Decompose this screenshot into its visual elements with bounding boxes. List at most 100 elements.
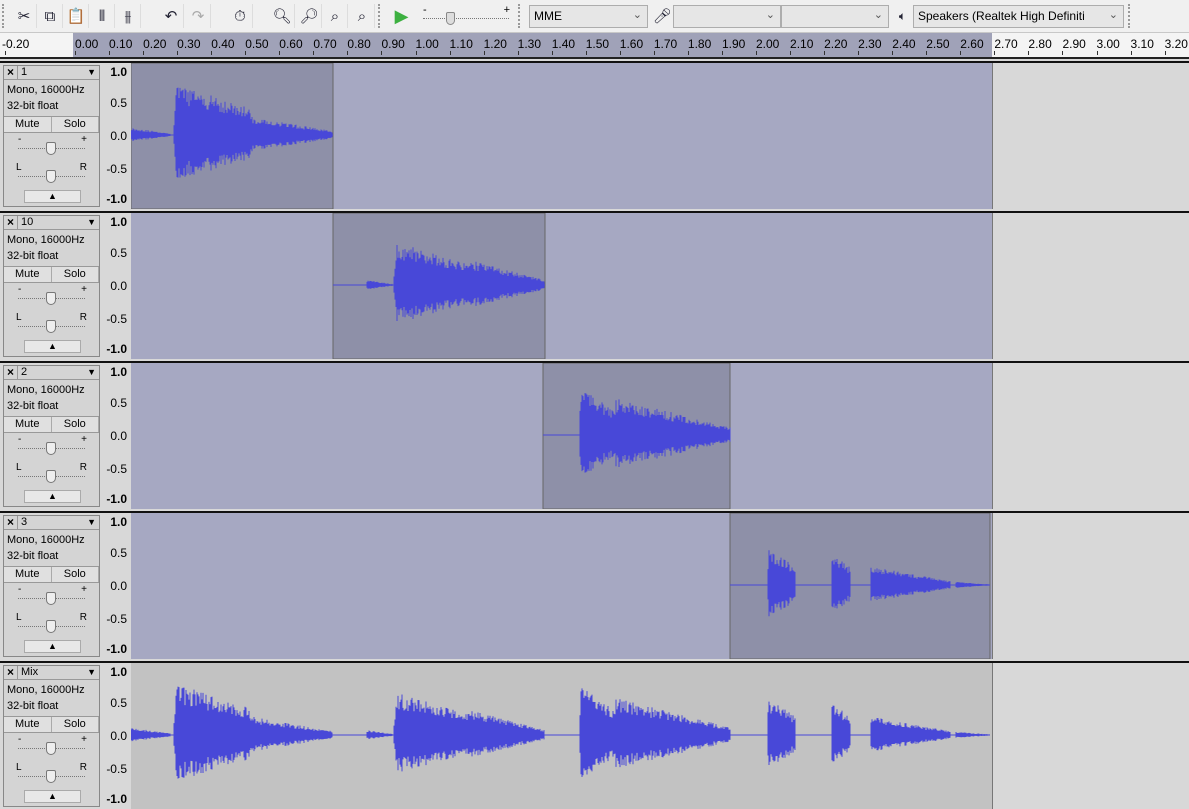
pan-left-label: L bbox=[16, 612, 22, 623]
track-bit-depth: 32-bit float bbox=[7, 550, 59, 562]
play-icon[interactable]: ▶ bbox=[389, 4, 414, 28]
toolbar-grip[interactable] bbox=[2, 4, 7, 28]
mute-button[interactable]: Mute bbox=[4, 567, 52, 582]
track-control-panel[interactable]: × 10 ▼ Mono, 16000Hz 32-bit float Mute Solo… bbox=[3, 215, 100, 357]
timeline-ruler[interactable]: -0.20 0.00 0.10 0.20 0.30 0.40 0.50 0.60 0.70 0.8… bbox=[0, 33, 1189, 59]
pan-slider[interactable]: LR bbox=[4, 161, 99, 189]
gain-min-label: - bbox=[18, 434, 22, 445]
pan-slider-thumb[interactable] bbox=[46, 470, 56, 483]
undo-icon[interactable]: ↶ bbox=[159, 4, 184, 28]
pan-slider[interactable]: LR bbox=[4, 461, 99, 489]
close-track-icon[interactable]: × bbox=[4, 666, 18, 679]
gain-slider-thumb[interactable] bbox=[46, 442, 56, 455]
pan-slider[interactable]: LR bbox=[4, 311, 99, 339]
redo-icon[interactable]: ↷ bbox=[186, 4, 211, 28]
track-control-panel[interactable]: × Mix ▼ Mono, 16000Hz 32-bit float Mute Sol… bbox=[3, 665, 100, 807]
track-name-menu[interactable]: 3 ▼ bbox=[18, 516, 99, 529]
track-bit-depth: 32-bit float bbox=[7, 700, 59, 712]
fit-project-icon[interactable]: ⌕ bbox=[350, 4, 375, 28]
audio-host-select[interactable]: MME ⌄ bbox=[529, 5, 648, 28]
gain-slider-thumb[interactable] bbox=[46, 142, 56, 155]
toolbar-grip[interactable] bbox=[1128, 4, 1133, 28]
gain-min-label: - bbox=[18, 734, 22, 745]
track-3: × 3 ▼ Mono, 16000Hz 32-bit float Mute Solo … bbox=[0, 511, 1189, 659]
pan-slider[interactable]: LR bbox=[4, 611, 99, 639]
gain-slider[interactable]: - + bbox=[4, 433, 99, 461]
gain-slider[interactable]: - + bbox=[4, 133, 99, 161]
mute-button[interactable]: Mute bbox=[4, 717, 52, 732]
gain-slider[interactable]: - + bbox=[4, 283, 99, 311]
ruler-tick bbox=[960, 51, 962, 55]
waveform-display[interactable] bbox=[131, 513, 993, 659]
track-control-panel[interactable]: × 3 ▼ Mono, 16000Hz 32-bit float Mute Solo … bbox=[3, 515, 100, 657]
collapse-track-button[interactable]: ▲ bbox=[24, 640, 81, 653]
solo-button[interactable]: Solo bbox=[51, 417, 99, 432]
toolbar-grip[interactable] bbox=[378, 4, 383, 28]
trim-outside-icon[interactable]: ⫴ bbox=[90, 4, 115, 28]
close-track-icon[interactable]: × bbox=[4, 516, 18, 529]
solo-button[interactable]: Solo bbox=[51, 117, 99, 132]
playback-device-select[interactable]: Speakers (Realtek High Definiti ⌄ bbox=[913, 5, 1124, 28]
track-name-menu[interactable]: 1 ▼ bbox=[18, 66, 99, 79]
gain-slider-thumb[interactable] bbox=[46, 742, 56, 755]
pan-slider-thumb[interactable] bbox=[46, 620, 56, 633]
silence-selection-icon[interactable]: ⫵ bbox=[116, 4, 141, 28]
track-name-menu[interactable]: 2 ▼ bbox=[18, 366, 99, 379]
close-track-icon[interactable]: × bbox=[4, 216, 18, 229]
silence-audio-icon[interactable]: ⧉ bbox=[38, 4, 63, 28]
mute-button[interactable]: Mute bbox=[4, 267, 52, 282]
ruler-label: 3.00 bbox=[1096, 37, 1120, 51]
vertical-ruler: 1.0 0.5 0.0 -0.5 -1.0 bbox=[100, 363, 131, 509]
ruler-label: 0.00 bbox=[75, 37, 99, 51]
pan-slider-thumb[interactable] bbox=[46, 170, 56, 183]
toolbar: ✂ ⧉ 📋 ⫴ ⫵ ↶ ↷ ⏱ 🔍︎ 🔎︎ ⌕ ⌕ ▶ - + MME ⌄ 🎤︎ … bbox=[0, 0, 1189, 33]
collapse-track-button[interactable]: ▲ bbox=[24, 790, 81, 803]
zoom-in-icon[interactable]: 🔍︎ bbox=[270, 4, 295, 28]
track-name-menu[interactable]: 10 ▼ bbox=[18, 216, 99, 229]
vruler-label: 0.5 bbox=[110, 96, 127, 110]
track-control-panel[interactable]: × 2 ▼ Mono, 16000Hz 32-bit float Mute Solo … bbox=[3, 365, 100, 507]
pan-slider-thumb[interactable] bbox=[46, 770, 56, 783]
ruler-label: 0.40 bbox=[211, 37, 235, 51]
mute-button[interactable]: Mute bbox=[4, 117, 52, 132]
solo-button[interactable]: Solo bbox=[51, 267, 99, 282]
solo-button[interactable]: Solo bbox=[51, 567, 99, 582]
fit-selection-icon[interactable]: ⌕ bbox=[323, 4, 348, 28]
paste-icon[interactable]: 📋 bbox=[64, 4, 89, 28]
pan-slider[interactable]: LR bbox=[4, 761, 99, 789]
pan-slider-thumb[interactable] bbox=[46, 320, 56, 333]
collapse-track-button[interactable]: ▲ bbox=[24, 340, 81, 353]
waveform-display[interactable] bbox=[131, 363, 993, 509]
gain-slider-thumb[interactable] bbox=[46, 592, 56, 605]
close-track-icon[interactable]: × bbox=[4, 366, 18, 379]
gain-slider[interactable]: - + bbox=[4, 733, 99, 761]
track-Mix: × Mix ▼ Mono, 16000Hz 32-bit float Mute Sol… bbox=[0, 661, 1189, 809]
audio-host-value: MME bbox=[534, 9, 562, 23]
collapse-track-button[interactable]: ▲ bbox=[24, 190, 81, 203]
dropdown-arrow-icon: ▼ bbox=[87, 367, 96, 377]
dropdown-arrow-icon: ▼ bbox=[87, 667, 96, 677]
waveform-display[interactable] bbox=[131, 213, 993, 359]
playback-speed-slider[interactable]: - + bbox=[420, 4, 512, 28]
track-control-panel[interactable]: × 1 ▼ Mono, 16000Hz 32-bit float Mute Solo … bbox=[3, 65, 100, 207]
toolbar-grip[interactable] bbox=[518, 4, 523, 28]
close-track-icon[interactable]: × bbox=[4, 66, 18, 79]
trim-audio-icon[interactable]: ✂ bbox=[12, 4, 37, 28]
speed-slider-thumb[interactable] bbox=[446, 12, 455, 25]
collapse-track-button[interactable]: ▲ bbox=[24, 490, 81, 503]
zoom-out-icon[interactable]: 🔎︎ bbox=[297, 4, 322, 28]
gain-max-label: + bbox=[81, 734, 87, 745]
mute-button[interactable]: Mute bbox=[4, 417, 52, 432]
recording-channels-select[interactable]: ⌄ bbox=[781, 5, 889, 28]
recording-device-select[interactable]: ⌄ bbox=[673, 5, 781, 28]
solo-button[interactable]: Solo bbox=[51, 717, 99, 732]
ruler-tick bbox=[756, 51, 757, 55]
pan-right-label: R bbox=[79, 312, 87, 323]
ruler-tick bbox=[585, 51, 587, 55]
timer-record-icon[interactable]: ⏱ bbox=[228, 4, 253, 28]
waveform-display[interactable] bbox=[131, 63, 993, 209]
gain-slider[interactable]: - + bbox=[4, 583, 99, 611]
gain-slider-thumb[interactable] bbox=[46, 292, 56, 305]
waveform-display[interactable] bbox=[131, 663, 993, 809]
track-name-menu[interactable]: Mix ▼ bbox=[18, 666, 99, 679]
